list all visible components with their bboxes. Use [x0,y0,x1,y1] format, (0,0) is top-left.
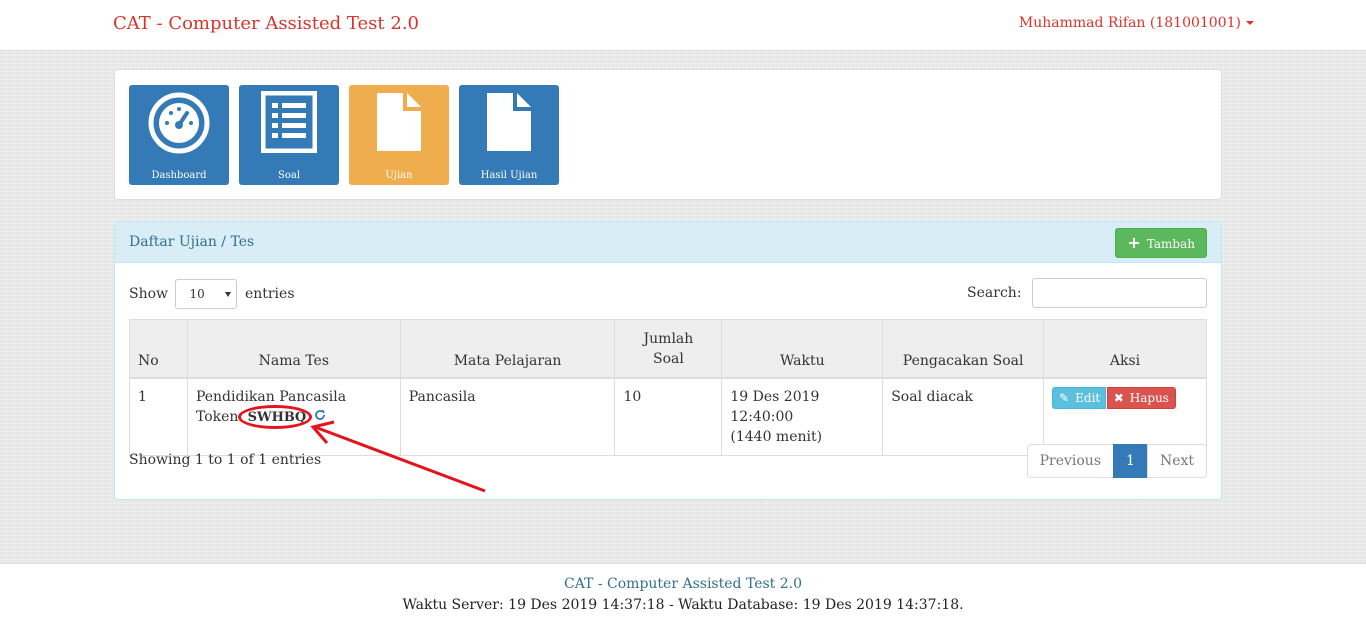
user-name: Muhammad Rifan (181001001) [1018,15,1241,31]
entries-label: entries [244,286,295,302]
tile-hasil-ujian[interactable]: Hasil Ujian [459,85,559,185]
delete-button[interactable]: ✖ Hapus [1106,386,1176,409]
tile-ujian[interactable]: Ujian [349,85,449,185]
column-header-nama-tes[interactable]: Nama Tes [186,319,401,379]
tile-hasil-ujian-label: Hasil Ujian [480,170,538,181]
table-info: Showing 1 to 1 of 1 entries [129,452,322,468]
edit-button-label: Edit [1075,390,1101,405]
refresh-token-icon[interactable] [314,407,326,427]
column-header-waktu[interactable]: Waktu [721,319,884,379]
search-label: Search: [967,285,1022,301]
pagination-previous[interactable]: Previous [1026,444,1115,478]
token-label: Token: [195,408,244,425]
column-header-mata-pelajaran[interactable]: Mata Pelajaran [399,319,616,379]
waktu-durasi: (1440 menit) [730,428,823,445]
panel-title: Daftar Ujian / Tes [129,234,255,250]
edit-button[interactable]: ✎ Edit [1052,386,1107,409]
exam-name: Pendidikan Pancasila [195,388,347,405]
token-highlight-circle [237,404,312,429]
column-header-jumlah-soal[interactable]: Jumlah Soal [614,319,723,379]
pagination-page-1[interactable]: 1 [1113,444,1148,478]
exam-list-panel: Daftar Ujian / Tes + Tambah Show 10 entri… [114,221,1222,500]
list-icon [261,91,317,153]
cell-waktu: 19 Des 2019 12:40:00 (1440 menit) [721,377,884,456]
tile-dashboard[interactable]: Dashboard [129,85,229,185]
delete-button-label: Hapus [1129,390,1169,405]
add-button-label: Tambah [1146,237,1195,251]
select-arrow-icon [225,292,232,297]
cell-no: 1 [129,377,188,456]
tile-ujian-label: Ujian [385,170,413,181]
panel-heading: Daftar Ujian / Tes + Tambah [115,222,1221,263]
tile-dashboard-label: Dashboard [151,170,207,181]
footer: CAT - Computer Assisted Test 2.0 Waktu S… [0,563,1366,624]
pagination-next[interactable]: Next [1146,444,1207,478]
caret-down-icon [1246,21,1254,25]
waktu-tanggal: 19 Des 2019 12:40:00 [730,388,820,425]
cell-jumlah-soal: 10 [614,377,723,456]
file-icon [487,93,531,151]
pencil-icon: ✎ [1059,390,1070,405]
table-header-row: No Nama Tes Mata Pelajaran Jumlah Soal W… [129,319,1207,379]
cell-mata-pelajaran: Pancasila [399,377,616,456]
close-icon: ✖ [1113,390,1124,405]
file-icon [377,93,421,151]
tile-soal[interactable]: Soal [239,85,339,185]
cell-pengacakan: Soal diacak [882,377,1045,456]
column-header-pengacakan-soal[interactable]: Pengacakan Soal [882,319,1045,379]
exam-table: No Nama Tes Mata Pelajaran Jumlah Soal W… [129,319,1207,456]
tile-soal-label: Soal [277,170,301,181]
footer-server-time: Waktu Server: 19 Des 2019 14:37:18 - Wak… [402,597,964,613]
show-label: Show [129,286,169,302]
entries-select[interactable]: 10 [175,279,238,309]
column-header-no[interactable]: No [129,319,188,379]
search-control: Search: [967,278,1207,308]
entries-select-value: 10 [189,287,205,301]
search-input[interactable] [1032,278,1207,308]
user-menu-dropdown[interactable]: Muhammad Rifan (181001001) [1019,15,1254,31]
add-button[interactable]: + Tambah [1115,228,1207,258]
plus-icon: + [1127,233,1141,252]
pagination: Previous 1 Next [1026,444,1207,478]
menu-tile-panel: Dashboard Soal Ujian Hasil Ujian [114,69,1222,200]
dashboard-gauge-icon [148,92,210,154]
column-header-aksi[interactable]: Aksi [1043,319,1207,379]
token-line: Token: SWHBQ [195,404,392,429]
brand-link[interactable]: CAT - Computer Assisted Test 2.0 [113,13,419,34]
entries-length-control: Show 10 entries [129,279,295,309]
cell-nama-tes: Pendidikan Pancasila Token: SWHBQ [186,377,401,456]
navbar: CAT - Computer Assisted Test 2.0 Muhamma… [0,0,1366,51]
footer-title[interactable]: CAT - Computer Assisted Test 2.0 [0,576,1366,592]
